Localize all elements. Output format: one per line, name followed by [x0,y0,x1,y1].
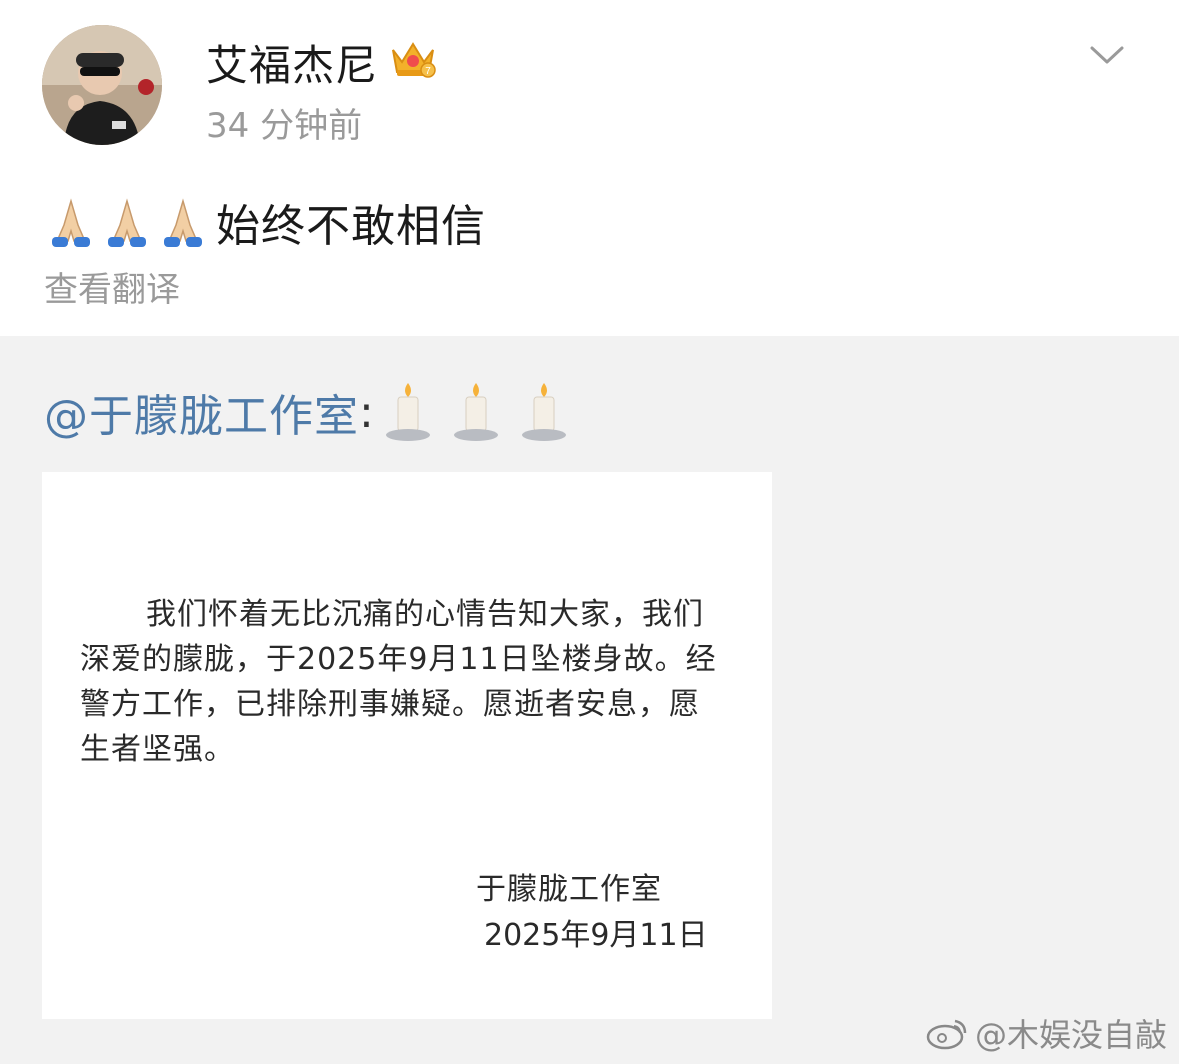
notice-signer: 于朦胧工作室 [476,872,662,907]
author-name[interactable]: 艾福杰尼 [206,32,378,93]
post-time: 34 分钟前 [206,106,363,146]
repost-header: @于朦胧工作室 : [44,380,584,444]
notice-date: 2025年9月11日 [484,918,708,953]
notice-text: 我们怀着无比沉痛的心情告知大家，我们深爱的朦胧，于2025年9月11日坠楼身故。… [80,597,717,767]
author-avatar[interactable] [42,25,162,145]
mention-colon: : [359,386,374,438]
praying-hands-emoji-icon [108,198,146,247]
translate-link[interactable]: 查看翻译 [44,262,180,311]
notice-image[interactable]: 我们怀着无比沉痛的心情告知大家，我们深爱的朦胧，于2025年9月11日坠楼身故。… [42,472,772,1019]
praying-hands-emoji-icon [52,198,90,247]
post-header: 艾福杰尼 7 34 分钟前 始终不敢相信 查看翻译 [0,0,1179,336]
candle-emoji-icon [453,383,498,441]
crown-badge-icon: 7 [392,42,436,78]
candle-emoji-icon [385,383,430,441]
candle-emoji-icon [521,383,566,441]
svg-text:7: 7 [425,66,431,77]
mention-link[interactable]: @于朦胧工作室 [44,380,359,444]
post-content: 始终不敢相信 [44,190,486,254]
post-text: 始终不敢相信 [216,201,486,252]
notice-body: 我们怀着无比沉痛的心情告知大家，我们深爱的朦胧，于2025年9月11日坠楼身故。… [80,592,730,772]
reposted-content[interactable]: @于朦胧工作室 : 我们怀着无比沉痛的心情告知大家，我们深爱的朦胧，于2025年… [0,336,1179,1064]
praying-hands-emoji-icon [164,198,202,247]
chevron-down-icon[interactable] [1086,36,1128,72]
watermark-text: @木娱没自敲 [974,1016,1167,1054]
weibo-logo-icon [926,1019,967,1050]
watermark: @木娱没自敲 [925,1010,1167,1056]
